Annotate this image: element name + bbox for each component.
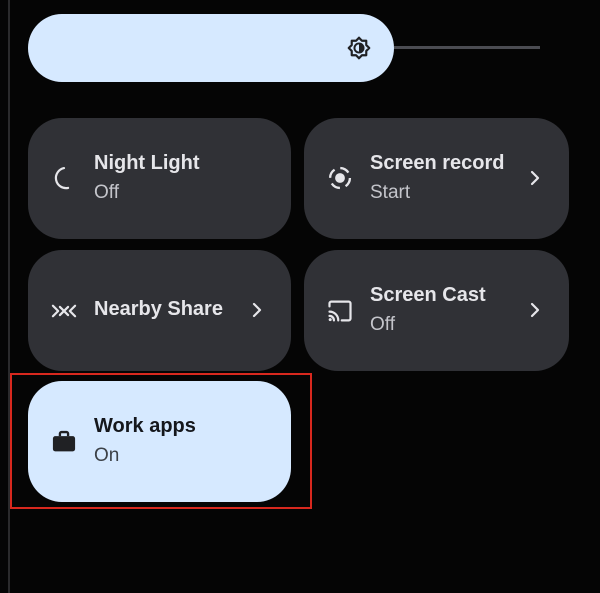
tile-title: Screen record bbox=[370, 152, 505, 174]
chevron-right-icon bbox=[530, 302, 540, 318]
brightness-icon bbox=[347, 36, 371, 60]
highlight-box bbox=[10, 373, 312, 509]
brightness-track[interactable] bbox=[394, 46, 540, 49]
chevron-right-icon bbox=[530, 170, 540, 186]
cast-icon bbox=[328, 300, 352, 322]
tile-night-light[interactable]: Night Light Off bbox=[28, 118, 291, 239]
quick-settings-panel: Night Light Off Screen record Start Near… bbox=[0, 0, 600, 593]
tile-nearby-share[interactable]: Nearby Share bbox=[28, 250, 291, 371]
screen-record-icon bbox=[328, 166, 352, 190]
brightness-slider[interactable] bbox=[28, 14, 394, 82]
tile-title: Nearby Share bbox=[94, 298, 223, 320]
tile-screen-cast[interactable]: Screen Cast Off bbox=[304, 250, 569, 371]
tile-title: Screen Cast bbox=[370, 284, 486, 306]
tile-status: Off bbox=[94, 182, 119, 203]
moon-icon bbox=[54, 166, 70, 190]
chevron-right-icon bbox=[252, 302, 262, 318]
tile-title: Night Light bbox=[94, 152, 200, 174]
tile-status: Off bbox=[370, 314, 395, 335]
tile-status: Start bbox=[370, 182, 411, 203]
tile-screen-record[interactable]: Screen record Start bbox=[304, 118, 569, 239]
nearby-share-icon bbox=[51, 304, 77, 318]
